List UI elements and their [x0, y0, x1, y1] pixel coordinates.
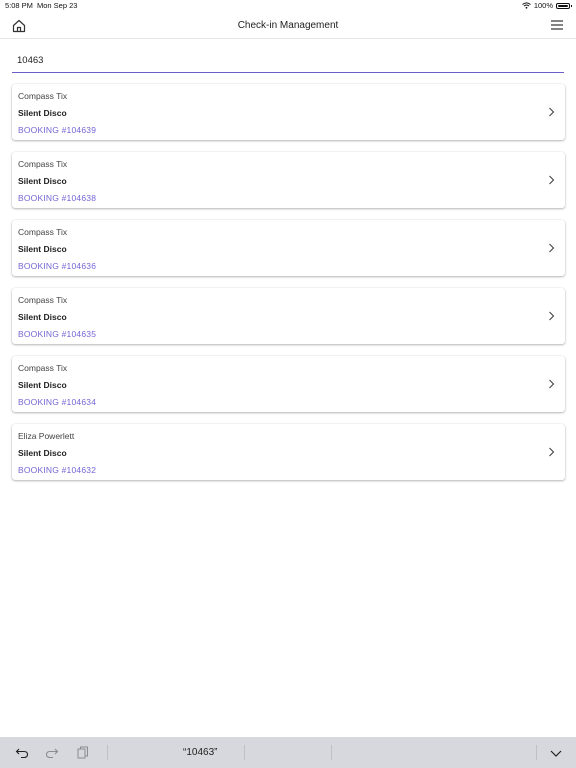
client-name: Compass Tix: [18, 363, 68, 373]
chevron-right-icon: [549, 107, 555, 117]
chevron-right-icon: [549, 447, 555, 457]
status-indicators: 100%: [521, 1, 572, 10]
battery-icon: [556, 2, 572, 9]
undo-icon[interactable]: [15, 746, 29, 759]
divider: [107, 745, 108, 760]
chevron-right-icon: [549, 379, 555, 389]
client-name: Compass Tix: [18, 159, 68, 169]
redo-icon[interactable]: [45, 746, 59, 759]
event-name: Silent Disco: [18, 312, 67, 322]
autocomplete-suggestion[interactable]: “10463”: [183, 747, 217, 758]
divider: [331, 745, 332, 760]
booking-card[interactable]: Compass Tix Silent Disco BOOKING #104636: [12, 220, 565, 276]
booking-card[interactable]: Eliza Powerlett Silent Disco BOOKING #10…: [12, 424, 565, 480]
chevron-right-icon: [549, 243, 555, 253]
search-field: [12, 50, 569, 73]
booking-number: BOOKING #104636: [18, 261, 97, 271]
booking-list: Compass Tix Silent Disco BOOKING #104639…: [12, 84, 565, 492]
wifi-icon: [521, 2, 531, 9]
keyboard-shortcut-bar: “10463”: [0, 737, 576, 768]
booking-number: BOOKING #104635: [18, 329, 97, 339]
booking-number: BOOKING #104632: [18, 465, 97, 475]
client-name: Compass Tix: [18, 91, 68, 101]
navigation-bar: Check-in Management: [0, 12, 576, 39]
status-date: Mon Sep 23: [37, 1, 78, 10]
event-name: Silent Disco: [18, 380, 67, 390]
chevron-right-icon: [549, 311, 555, 321]
client-name: Compass Tix: [18, 295, 68, 305]
booking-number: BOOKING #104634: [18, 397, 97, 407]
hamburger-menu-icon[interactable]: [550, 19, 564, 31]
event-name: Silent Disco: [18, 244, 67, 254]
client-name: Compass Tix: [18, 227, 68, 237]
battery-percent: 100%: [533, 1, 553, 10]
status-bar: 5:08 PM Mon Sep 23 100%: [0, 0, 576, 12]
booking-card[interactable]: Compass Tix Silent Disco BOOKING #104635: [12, 288, 565, 344]
event-name: Silent Disco: [18, 108, 67, 118]
event-name: Silent Disco: [18, 448, 67, 458]
booking-number: BOOKING #104638: [18, 193, 97, 203]
divider: [244, 745, 245, 760]
page-title: Check-in Management: [237, 20, 339, 31]
chevron-right-icon: [549, 175, 555, 185]
status-time: 5:08 PM: [5, 1, 33, 10]
booking-number: BOOKING #104639: [18, 125, 97, 135]
booking-card[interactable]: Compass Tix Silent Disco BOOKING #104638: [12, 152, 565, 208]
divider: [536, 745, 537, 760]
paste-icon[interactable]: [76, 746, 90, 759]
client-name: Eliza Powerlett: [18, 431, 75, 441]
event-name: Silent Disco: [18, 176, 67, 186]
booking-card[interactable]: Compass Tix Silent Disco BOOKING #104634: [12, 356, 565, 412]
chevron-down-icon[interactable]: [549, 747, 563, 760]
search-input[interactable]: [12, 50, 569, 70]
booking-card[interactable]: Compass Tix Silent Disco BOOKING #104639: [12, 84, 565, 140]
